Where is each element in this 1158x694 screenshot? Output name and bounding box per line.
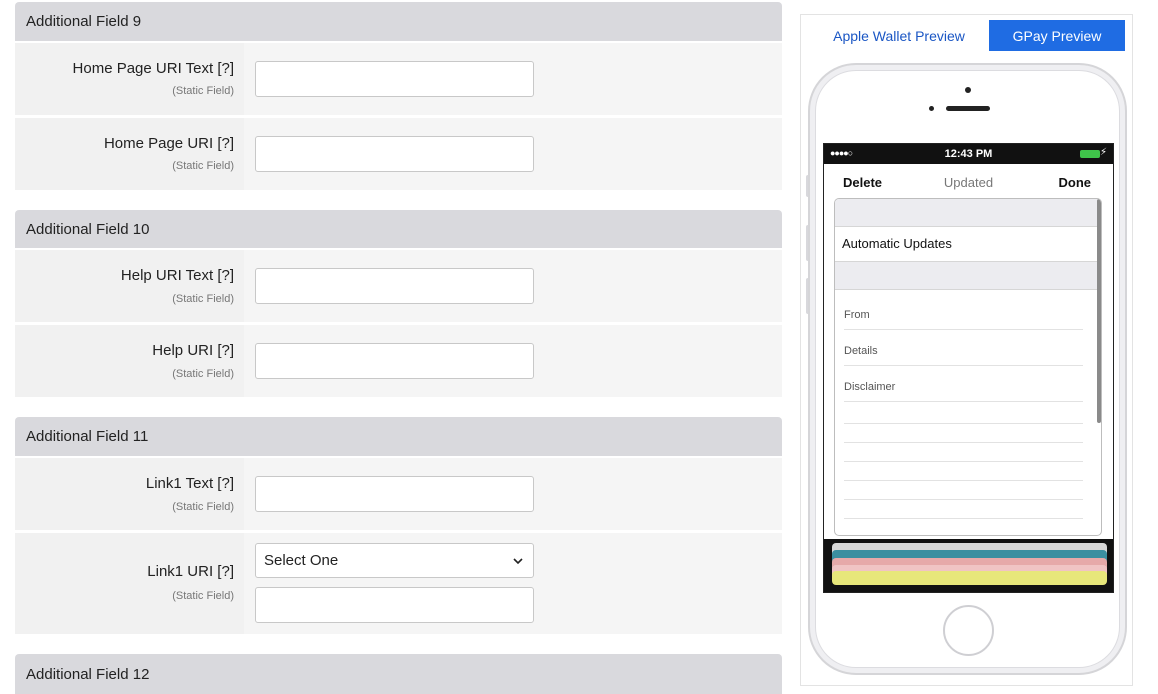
back-card-spacer [835,261,1101,290]
help-uri-text-input[interactable] [255,268,534,304]
back-divider [844,480,1083,481]
back-field-details: Details [844,345,1083,366]
field-row-link1-text: Link1 Text [?] (Static Field) [15,458,782,530]
field-label: Link1 Text [?] [145,475,234,492]
field-label: Help URI [?] [152,342,234,359]
field-label-cell: Link1 URI [?] (Static Field) [15,533,244,634]
field-sub-label: (Static Field) [172,501,234,513]
section-title: Additional Field 12 [26,665,150,683]
field-sub-label: (Static Field) [172,85,234,97]
tab-label: Apple Wallet Preview [833,27,965,44]
field-row-home-page-uri: Home Page URI [?] (Static Field) [15,118,782,190]
back-divider [844,518,1083,519]
field-label: Home Page URI [?] [103,135,234,152]
field-label-cell: Link1 Text [?] (Static Field) [15,458,244,530]
done-button[interactable]: Done [1059,175,1092,190]
pass-back-card: Automatic Updates From Details Disclaime… [834,198,1102,536]
status-time: 12:43 PM [944,148,993,160]
section-header-additional-field-10: Additional Field 10 [15,210,782,248]
back-divider [844,461,1083,462]
field-sub-label: (Static Field) [172,160,234,172]
field-label-cell: Home Page URI [?] (Static Field) [15,118,244,190]
wallet-card-stack [824,539,1113,592]
charging-icon: ⚡ [1099,147,1107,158]
status-bar: ●●●●○ 12:43 PM ⚡ [824,144,1113,164]
speaker-icon [946,106,990,111]
field-label-cell: Help URI Text [?] (Static Field) [15,250,244,322]
field-row-home-page-uri-text: Home Page URI Text [?] (Static Field) [15,43,782,115]
field-sub-label: (Static Field) [172,590,234,602]
back-field-disclaimer: Disclaimer [844,381,1083,402]
chevron-down-icon [513,557,523,564]
section-header-additional-field-9: Additional Field 9 [15,2,782,41]
automatic-updates-label: Automatic Updates [842,236,952,251]
tab-gpay-preview[interactable]: GPay Preview [989,20,1125,51]
scrollbar[interactable] [1097,199,1101,423]
section-title: Additional Field 10 [26,220,150,238]
field-label-cell: Help URI [?] (Static Field) [15,325,244,397]
section-header-additional-field-12: Additional Field 12 [15,654,782,694]
tab-label: GPay Preview [1012,27,1102,44]
select-value: Select One [264,552,339,569]
pass-navbar: Delete Updated Done [824,168,1113,196]
link1-text-input[interactable] [255,476,534,512]
battery-icon [1080,150,1100,158]
field-label: Help URI Text [?] [120,267,234,284]
section-title: Additional Field 11 [26,428,149,445]
link1-uri-select[interactable]: Select One [255,543,534,578]
field-row-link1-uri: Link1 URI [?] (Static Field) Select One [15,533,782,634]
field-sub-label: (Static Field) [172,293,234,305]
back-divider [844,499,1083,500]
home-button [943,605,994,656]
back-field-from: From [844,309,1083,330]
phone-screen: ●●●●○ 12:43 PM ⚡ Delete Updated Done Aut… [823,143,1114,593]
home-page-uri-text-input[interactable] [255,61,534,97]
section-header-additional-field-11: Additional Field 11 [15,417,782,456]
back-card-spacer [835,199,1101,227]
back-divider [844,442,1083,443]
field-label: Home Page URI Text [?] [72,60,234,77]
field-sub-label: (Static Field) [172,368,234,380]
help-uri-input[interactable] [255,343,534,379]
home-page-uri-input[interactable] [255,136,534,172]
proximity-sensor-icon [929,106,934,111]
field-row-help-uri: Help URI [?] (Static Field) [15,325,782,397]
section-title: Additional Field 9 [26,13,142,30]
tab-apple-wallet-preview[interactable]: Apple Wallet Preview [809,20,989,51]
link1-uri-input[interactable] [255,587,534,623]
field-row-help-uri-text: Help URI Text [?] (Static Field) [15,250,782,322]
field-label: Link1 URI [?] [147,563,234,580]
camera-icon [965,87,971,93]
back-divider [844,423,1083,424]
stack-card [832,571,1107,585]
field-label-cell: Home Page URI Text [?] (Static Field) [15,43,244,115]
